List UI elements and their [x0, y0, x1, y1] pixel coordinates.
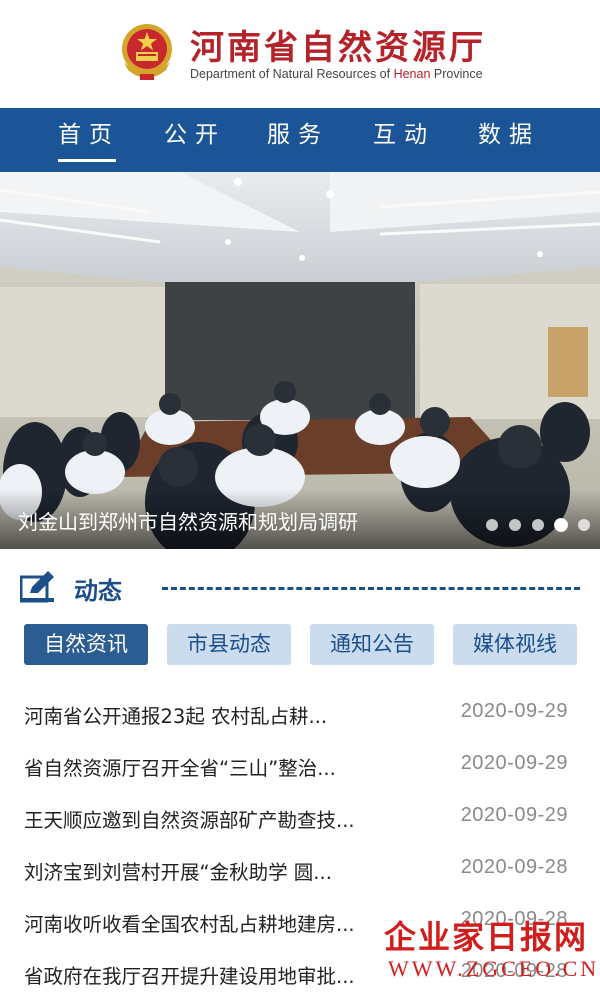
news-title[interactable]: 河南省公开通报23起 农村乱占耕... [24, 700, 327, 729]
news-tabs: 自然资讯 市县动态 通知公告 媒体视线 [0, 624, 600, 668]
subtitle-prefix: Department of Natural Resources of [190, 67, 394, 81]
list-item[interactable]: 王天顺应邀到自然资源部矿产勘查技... 2020-09-29 [0, 792, 600, 844]
nav-item-data[interactable]: 数据 [478, 108, 540, 172]
banner-caption[interactable]: 刘金山到郑州市自然资源和规划局调研 [18, 506, 358, 535]
news-title[interactable]: 河南收听收看全国农村乱占耕地建房... [24, 908, 355, 937]
tab-media-view[interactable]: 媒体视线 [453, 624, 577, 665]
subtitle-suffix: Province [430, 67, 483, 81]
nav-item-open[interactable]: 公开 [164, 108, 226, 172]
carousel-dot[interactable] [578, 519, 590, 531]
watermark-name: 企业家日报网 [384, 918, 589, 956]
section-title: 动态 [74, 577, 122, 605]
section-divider [162, 587, 580, 590]
news-date: 2020-09-29 [460, 752, 568, 774]
news-date: 2020-09-28 [460, 856, 568, 878]
watermark-url: WWW.ZGCEO.CN [388, 956, 600, 981]
site-subtitle: Department of Natural Resources of Henan… [190, 67, 483, 81]
section-header: 动态 [0, 565, 600, 609]
news-date: 2020-09-29 [460, 700, 568, 722]
site-header: 河南省自然资源厅 Department of Natural Resources… [0, 0, 600, 108]
tab-natural-news[interactable]: 自然资讯 [24, 624, 148, 665]
carousel-dot-active[interactable] [555, 519, 567, 531]
nav-item-home[interactable]: 首页 [58, 108, 120, 172]
list-item[interactable]: 河南省公开通报23起 农村乱占耕... 2020-09-29 [0, 688, 600, 740]
nav-item-interaction[interactable]: 互动 [373, 108, 435, 172]
national-emblem-icon [122, 24, 172, 80]
watermark: 企业家日报网 WWW.ZGCEO.CN [384, 912, 596, 994]
carousel-dot[interactable] [509, 519, 521, 531]
edit-icon [20, 571, 54, 603]
carousel-dot[interactable] [532, 519, 544, 531]
main-nav: 首页 公开 服务 互动 数据 [0, 108, 600, 172]
news-title[interactable]: 王天顺应邀到自然资源部矿产勘查技... [24, 804, 355, 833]
site-title: 河南省自然资源厅 [190, 28, 486, 68]
subtitle-highlight: Henan [393, 67, 431, 81]
news-title[interactable]: 省自然资源厅召开全省“三山”整治... [24, 752, 336, 781]
carousel-indicators [486, 519, 590, 531]
tab-city-county-news[interactable]: 市县动态 [167, 624, 291, 665]
list-item[interactable]: 省自然资源厅召开全省“三山”整治... 2020-09-29 [0, 740, 600, 792]
news-banner[interactable]: 刘金山到郑州市自然资源和规划局调研 [0, 172, 600, 549]
nav-item-service[interactable]: 服务 [267, 108, 329, 172]
news-title[interactable]: 刘济宝到刘营村开展“金秋助学 圆... [24, 856, 332, 885]
news-date: 2020-09-29 [460, 804, 568, 826]
carousel-dot[interactable] [486, 519, 498, 531]
list-item[interactable]: 刘济宝到刘营村开展“金秋助学 圆... 2020-09-28 [0, 844, 600, 896]
tab-notices[interactable]: 通知公告 [310, 624, 434, 665]
news-title[interactable]: 省政府在我厅召开提升建设用地审批... [24, 960, 355, 989]
